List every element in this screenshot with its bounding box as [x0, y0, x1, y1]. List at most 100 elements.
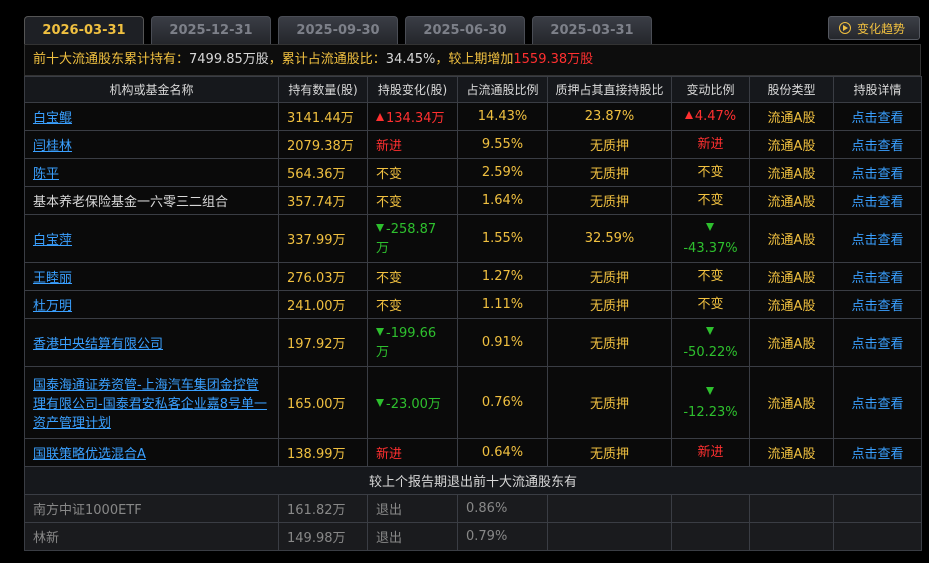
detail-cell: 点击查看	[833, 318, 922, 367]
change-ratio-value: -12.23%	[683, 404, 738, 420]
hold-amount: 3141.44万	[278, 102, 368, 131]
change-ratio-cell: 不变	[671, 290, 750, 319]
float-ratio: 0.64%	[457, 438, 548, 467]
holder-name-link[interactable]: 白宝萍	[33, 233, 72, 248]
holder-name-cell: 香港中央结算有限公司	[24, 318, 279, 367]
holder-name-link[interactable]: 香港中央结算有限公司	[33, 337, 163, 352]
hold-amount: 197.92万	[278, 318, 368, 367]
hold-amount: 2079.38万	[278, 130, 368, 159]
hold-change-cell: -199.66万	[367, 318, 458, 367]
hold-change-value: -258.87万	[376, 221, 437, 256]
pledge-ratio: 无质押	[547, 158, 672, 187]
holder-name-link[interactable]: 王睦丽	[33, 271, 72, 286]
view-detail-link[interactable]: 点击查看	[851, 271, 903, 286]
view-detail-link[interactable]: 点击查看	[851, 299, 903, 314]
summary-increase: 1559.38万股	[513, 52, 594, 67]
view-detail-link[interactable]: 点击查看	[851, 447, 903, 462]
summary-sep2: ，较上期增加	[435, 52, 514, 67]
hold-change-value: -23.00万	[386, 397, 441, 412]
holder-name-link[interactable]: 杜万明	[33, 299, 72, 314]
holder-name-cell: 国联策略优选混合A	[24, 438, 279, 467]
exit-hold-amount: 149.98万	[278, 522, 368, 551]
detail-cell: 点击查看	[833, 366, 922, 439]
tab-report-date[interactable]: 2025-09-30	[278, 16, 398, 44]
share-type: 流通A股	[749, 130, 834, 159]
holder-name-cell: 陈平	[24, 158, 279, 187]
arrow-down-icon	[376, 327, 384, 336]
arrow-up-icon	[376, 113, 384, 121]
detail-cell: 点击查看	[833, 438, 922, 467]
change-ratio-cell: 4.47%	[671, 102, 750, 131]
trend-button[interactable]: 变化趋势	[828, 16, 920, 40]
tab-report-date[interactable]: 2025-06-30	[405, 16, 525, 44]
exit-title: 较上个报告期退出前十大流通股东有	[24, 466, 922, 495]
tab-report-date[interactable]: 2026-03-31	[24, 16, 144, 44]
float-ratio: 1.55%	[457, 214, 548, 263]
float-ratio: 1.11%	[457, 290, 548, 319]
holder-name-link[interactable]: 国泰海通证券资管-上海汽车集团金控管理有限公司-国泰君安私客企业嘉8号单一资产管…	[33, 378, 267, 431]
float-ratio: 1.27%	[457, 262, 548, 291]
col-header: 持有数量(股)	[278, 76, 368, 103]
table-header-row: 机构或基金名称 持有数量(股) 持股变化(股) 占流通股比例 质押占其直接持股比…	[24, 76, 922, 103]
detail-cell: 点击查看	[833, 158, 922, 187]
empty-cell	[671, 494, 750, 523]
holder-name-cell: 基本养老保险基金一六零三二组合	[24, 186, 279, 215]
hold-change-cell: 134.34万	[367, 102, 458, 131]
arrow-down-icon	[376, 399, 384, 407]
hold-amount: 276.03万	[278, 262, 368, 291]
share-type: 流通A股	[749, 438, 834, 467]
table-row: 杜万明 241.00万 不变 1.11% 无质押 不变 流通A股 点击查看	[24, 290, 922, 319]
hold-amount: 357.74万	[278, 186, 368, 215]
view-detail-link[interactable]: 点击查看	[851, 167, 903, 182]
share-type: 流通A股	[749, 290, 834, 319]
exit-change: 退出	[367, 522, 458, 551]
view-detail-link[interactable]: 点击查看	[851, 195, 903, 210]
table-row: 国泰海通证券资管-上海汽车集团金控管理有限公司-国泰君安私客企业嘉8号单一资产管…	[24, 366, 922, 439]
view-detail-link[interactable]: 点击查看	[851, 397, 903, 412]
view-detail-link[interactable]: 点击查看	[851, 233, 903, 248]
arrow-down-icon	[705, 386, 714, 395]
empty-cell	[749, 522, 834, 551]
tab-report-date[interactable]: 2025-12-31	[151, 16, 271, 44]
detail-cell: 点击查看	[833, 290, 922, 319]
exit-title-row: 较上个报告期退出前十大流通股东有	[24, 466, 922, 495]
holding-summary: 前十大流通股东累计持有：7499.85万股，累计占流通股比：34.45%，较上期…	[24, 44, 921, 76]
detail-cell: 点击查看	[833, 214, 922, 263]
hold-change-cell: 不变	[367, 158, 458, 187]
view-detail-link[interactable]: 点击查看	[851, 337, 903, 352]
change-ratio-value: 不变	[697, 164, 724, 180]
view-detail-link[interactable]: 点击查看	[851, 111, 903, 126]
float-ratio: 1.64%	[457, 186, 548, 215]
pledge-ratio: 无质押	[547, 366, 672, 439]
holder-name-cell: 白宝萍	[24, 214, 279, 263]
holder-name-link[interactable]: 闫桂林	[33, 139, 72, 154]
pledge-ratio: 32.59%	[547, 214, 672, 263]
holder-name-cell: 国泰海通证券资管-上海汽车集团金控管理有限公司-国泰君安私客企业嘉8号单一资产管…	[24, 366, 279, 439]
tab-report-date[interactable]: 2025-03-31	[532, 16, 652, 44]
table-row: 陈平 564.36万 不变 2.59% 无质押 不变 流通A股 点击查看	[24, 158, 922, 187]
empty-cell	[547, 522, 672, 551]
change-ratio-cell: 新进	[671, 130, 750, 159]
exit-row: 南方中证1000ETF 161.82万 退出 0.86%	[24, 494, 922, 523]
float-ratio: 0.91%	[457, 318, 548, 367]
hold-change-value: -199.66万	[376, 325, 437, 360]
col-header: 持股详情	[833, 76, 922, 103]
change-ratio-value: 不变	[697, 192, 724, 208]
shareholders-table: 机构或基金名称 持有数量(股) 持股变化(股) 占流通股比例 质押占其直接持股比…	[24, 76, 922, 551]
view-detail-link[interactable]: 点击查看	[851, 139, 903, 154]
change-ratio-value: -50.22%	[683, 344, 738, 360]
hold-amount: 564.36万	[278, 158, 368, 187]
holder-name-link[interactable]: 白宝鲲	[33, 111, 72, 126]
pledge-ratio: 23.87%	[547, 102, 672, 131]
change-ratio-value: -43.37%	[683, 240, 738, 256]
change-ratio-cell: -50.22%	[671, 318, 750, 367]
change-ratio-cell: -43.37%	[671, 214, 750, 263]
change-ratio-cell: -12.23%	[671, 366, 750, 439]
holder-name-cell: 王睦丽	[24, 262, 279, 291]
holder-name-link[interactable]: 国联策略优选混合A	[33, 447, 146, 462]
holder-name-link[interactable]: 陈平	[33, 167, 59, 182]
col-header: 质押占其直接持股比	[547, 76, 672, 103]
holder-name-cell: 闫桂林	[24, 130, 279, 159]
change-ratio-value: 新进	[697, 444, 724, 460]
hold-amount: 165.00万	[278, 366, 368, 439]
